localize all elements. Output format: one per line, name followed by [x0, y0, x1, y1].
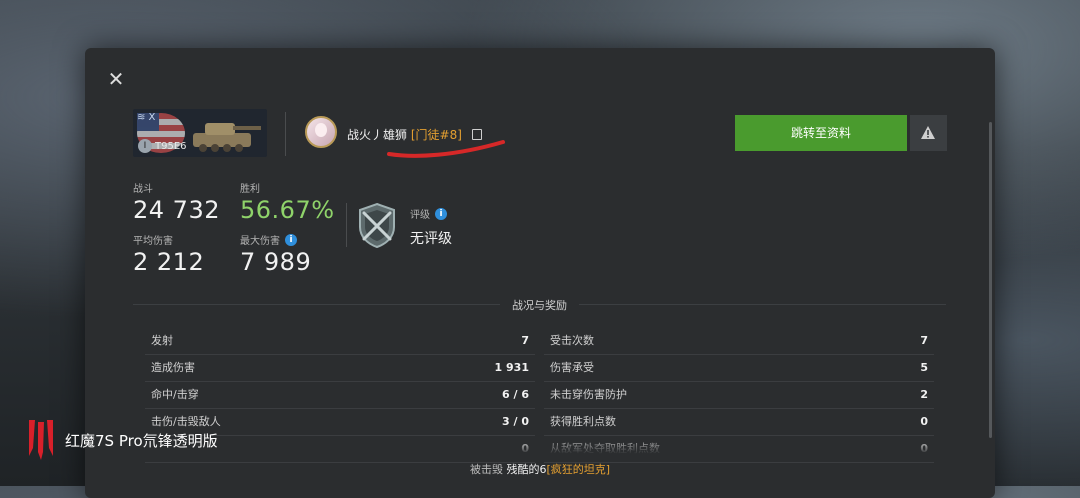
- tank-class-marker: ≋ X: [137, 112, 156, 123]
- device-watermark: 红魔7S Pro氘锋透明版: [25, 418, 218, 462]
- row-key: 发射: [151, 334, 173, 347]
- table-row: 发射 7: [145, 328, 535, 355]
- destroyer-name[interactable]: 残酷的6: [506, 463, 546, 476]
- stat-winrate: 胜利 56.67%: [240, 180, 335, 224]
- stat-max-damage: 最大伤害 i 7 989: [240, 232, 311, 276]
- rating-label: 评级: [410, 210, 430, 221]
- table-row: 受击次数 7: [544, 328, 934, 355]
- rating-value: 无评级: [410, 231, 452, 247]
- tank-card: ≋ X Ⅰ T95E6: [133, 109, 267, 157]
- warning-icon: [921, 126, 935, 139]
- scroll-fade: [133, 438, 946, 454]
- tank-tier-badge: Ⅰ: [138, 139, 152, 153]
- row-key: 造成伤害: [151, 361, 195, 374]
- scrollbar[interactable]: [989, 122, 992, 438]
- row-key: 未击穿伤害防护: [550, 388, 627, 401]
- destroyed-prefix: 被击毁: [469, 463, 503, 476]
- table-row: 伤害承受 5: [544, 355, 934, 382]
- row-value: 7: [521, 334, 529, 347]
- row-value: 2: [920, 388, 928, 401]
- info-icon[interactable]: i: [285, 233, 297, 246]
- red-annotation-stroke: [387, 140, 505, 158]
- stat-label: 平均伤害: [133, 236, 173, 247]
- divider: [346, 203, 347, 247]
- row-key: 伤害承受: [550, 361, 594, 374]
- stat-value: 56.67%: [240, 196, 335, 224]
- info-icon[interactable]: i: [435, 207, 447, 220]
- row-key: 命中/击穿: [151, 388, 199, 401]
- stat-value: 2 212: [133, 248, 205, 276]
- report-button[interactable]: [910, 115, 947, 151]
- stat-label-row: 最大伤害 i: [240, 232, 311, 247]
- close-icon[interactable]: ✕: [105, 68, 127, 90]
- row-value: 1 931: [494, 361, 529, 374]
- watermark-text: 红魔7S Pro氘锋透明版: [65, 431, 218, 450]
- avatar[interactable]: [305, 116, 337, 148]
- destroyed-by-line: 被击毁 残酷的6[疯狂的坦克]: [0, 461, 1080, 477]
- table-row: 造成伤害 1 931: [145, 355, 535, 382]
- row-value: 3 / 0: [502, 415, 529, 428]
- stat-value: 7 989: [240, 248, 312, 276]
- stat-value: 24 732: [133, 196, 220, 224]
- jump-to-profile-button[interactable]: 跳转至资料: [735, 115, 907, 151]
- destroyer-clan[interactable]: [疯狂的坦克]: [546, 463, 610, 476]
- section-title-text: 战况与奖励: [500, 299, 579, 312]
- stat-label: 战斗: [133, 184, 153, 195]
- row-value: 6 / 6: [502, 388, 529, 401]
- section-title: 战况与奖励: [133, 297, 946, 313]
- row-value: 5: [920, 361, 928, 374]
- row-value: 7: [920, 334, 928, 347]
- row-key: 受击次数: [550, 334, 594, 347]
- table-row: 未击穿伤害防护 2: [544, 382, 934, 409]
- tank-name: T95E6: [155, 141, 187, 152]
- stat-label: 最大伤害: [240, 236, 280, 247]
- stat-battles: 战斗 24 732: [133, 180, 220, 224]
- table-row: 获得胜利点数 0: [544, 409, 934, 436]
- table-row: 命中/击穿 6 / 6: [145, 382, 535, 409]
- red-magic-logo-icon: [29, 420, 53, 460]
- rating-label-row: 评级 i: [410, 206, 447, 221]
- rank-emblem-icon: [359, 202, 395, 249]
- stat-label: 胜利: [240, 184, 260, 195]
- row-value: 0: [920, 415, 928, 428]
- stat-avg-damage: 平均伤害 2 212: [133, 232, 204, 276]
- row-key: 获得胜利点数: [550, 415, 616, 428]
- divider: [285, 112, 286, 156]
- tank-icon: [193, 123, 261, 152]
